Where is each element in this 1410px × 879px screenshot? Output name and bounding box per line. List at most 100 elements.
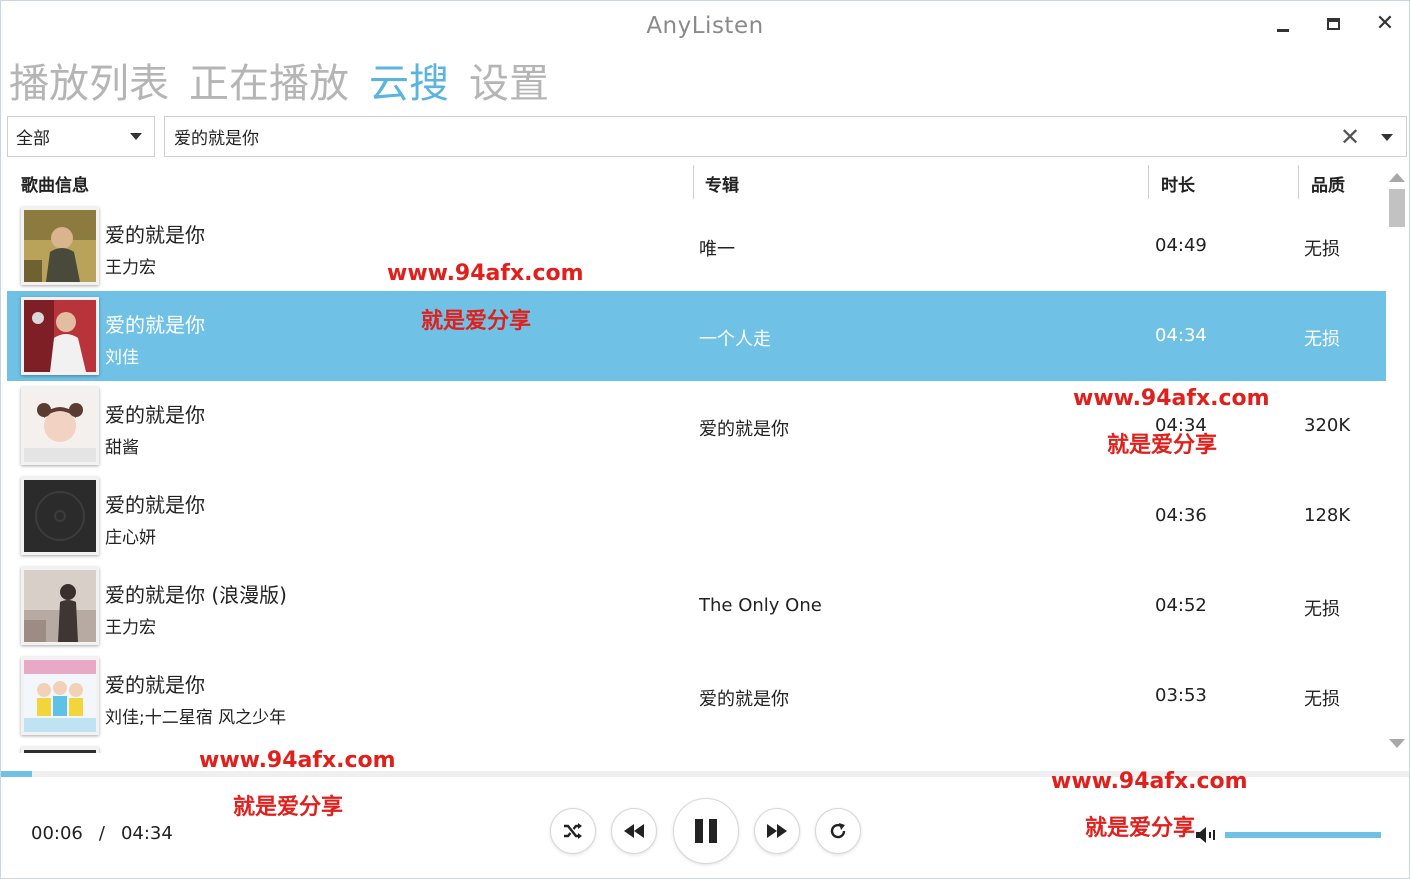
watermark-slogan: 就是爱分享	[1107, 433, 1218, 458]
song-quality: 128K	[1304, 505, 1351, 526]
song-artist: 刘佳;十二星宿 风之少年	[105, 708, 287, 728]
volume-slider-fill	[1225, 832, 1381, 838]
column-header-duration[interactable]: 时长	[1161, 171, 1195, 196]
results-list: 爱的就是你 王力宏 唯一 04:49 无损 爱的就是你 刘佳 一个人走 04:3…	[7, 201, 1386, 753]
time-separator: /	[98, 823, 105, 844]
maximize-icon	[1326, 18, 1340, 30]
total-time: 04:34	[120, 823, 173, 844]
song-duration: 03:53	[1155, 685, 1207, 706]
search-input[interactable]	[174, 126, 1324, 147]
watermark-url: www.94afx.com	[1073, 386, 1270, 411]
song-album: The Only One	[699, 595, 822, 616]
fast-forward-icon	[767, 824, 787, 838]
song-title: 爱的就是你	[105, 403, 205, 427]
rewind-icon	[624, 824, 644, 838]
album-cover	[21, 207, 99, 285]
song-artist: 甜酱	[105, 438, 139, 458]
song-title: 爱的就是你 (浪漫版)	[105, 583, 287, 607]
next-button[interactable]	[754, 808, 800, 854]
watermark-url: www.94afx.com	[387, 261, 584, 286]
scroll-down-arrow-icon[interactable]	[1389, 739, 1405, 748]
source-select[interactable]: 全部	[7, 116, 155, 157]
album-cover	[21, 297, 99, 375]
app-window: AnyListen ✕ 播放列表 正在播放 云搜 设置 全部 ✕ 歌曲信息 专辑…	[0, 0, 1410, 879]
song-quality: 无损	[1304, 599, 1340, 620]
search-history-chevron-icon[interactable]	[1381, 134, 1393, 141]
scroll-up-arrow-icon[interactable]	[1389, 173, 1405, 182]
main-nav: 播放列表 正在播放 云搜 设置	[9, 57, 569, 113]
results-scrollbar[interactable]	[1387, 169, 1407, 753]
column-header-info[interactable]: 歌曲信息	[21, 171, 89, 196]
search-box: ✕	[164, 116, 1407, 157]
tab-cloud-search[interactable]: 云搜	[369, 57, 449, 113]
column-divider[interactable]	[693, 165, 694, 199]
song-duration: 04:52	[1155, 595, 1207, 616]
minimize-button[interactable]	[1261, 7, 1305, 41]
watermark-url: www.94afx.com	[199, 748, 396, 773]
scroll-thumb[interactable]	[1389, 189, 1405, 227]
maximize-button[interactable]	[1311, 7, 1355, 41]
previous-button[interactable]	[611, 808, 657, 854]
column-divider[interactable]	[1298, 165, 1299, 199]
tab-playlist[interactable]: 播放列表	[9, 57, 169, 113]
minimize-icon	[1277, 28, 1289, 32]
chevron-down-icon	[130, 133, 142, 140]
song-duration: 04:36	[1155, 505, 1207, 526]
watermark-slogan: 就是爱分享	[421, 309, 532, 334]
source-select-value: 全部	[16, 129, 50, 149]
album-cover	[21, 657, 99, 735]
clear-search-icon[interactable]: ✕	[1340, 123, 1360, 151]
song-artist: 王力宏	[105, 618, 156, 638]
song-title: 爱的就是你	[105, 313, 205, 337]
watermark-slogan: 就是爱分享	[1085, 816, 1196, 841]
pause-button[interactable]	[673, 798, 739, 864]
table-row[interactable]: 爱的就是你 王力宏 唯一 04:49 无损	[7, 201, 1386, 291]
watermark-slogan: 就是爱分享	[233, 795, 344, 820]
close-button[interactable]: ✕	[1363, 7, 1407, 41]
column-divider[interactable]	[1148, 165, 1149, 199]
table-row[interactable]: 爱的就是你 刘佳 一个人走 04:34 无损	[7, 291, 1386, 381]
tab-settings[interactable]: 设置	[469, 57, 549, 113]
song-quality: 无损	[1304, 329, 1340, 350]
song-title: 爱的就是你	[105, 493, 205, 517]
column-header-album[interactable]: 专辑	[705, 171, 739, 196]
time-display: 00:06 / 04:34	[31, 823, 173, 844]
shuffle-icon	[564, 823, 582, 839]
album-cover	[21, 747, 99, 753]
table-row[interactable]: 爱的就是你 庄心妍 04:36 128K	[7, 471, 1386, 561]
column-header-quality[interactable]: 品质	[1311, 171, 1345, 196]
tab-now-playing[interactable]: 正在播放	[189, 57, 349, 113]
volume-slider[interactable]	[1225, 832, 1381, 838]
song-title: 爱的就是你	[105, 673, 205, 697]
repeat-button[interactable]	[815, 808, 861, 854]
song-title: 爱的就是你	[105, 223, 205, 247]
repeat-icon	[830, 823, 846, 839]
title-bar[interactable]: AnyListen ✕	[1, 1, 1409, 53]
close-icon: ✕	[1375, 11, 1395, 36]
song-artist: 刘佳	[105, 348, 139, 368]
album-cover	[21, 567, 99, 645]
pause-icon	[695, 819, 717, 843]
album-cover-placeholder	[21, 477, 99, 555]
song-artist: 庄心妍	[105, 528, 156, 548]
table-row[interactable]: 爱的就是你 刘佳;十二星宿 风之少年 爱的就是你 03:53 无损	[7, 651, 1386, 741]
song-album: 爱的就是你	[699, 419, 789, 440]
app-title: AnyListen	[646, 13, 764, 39]
playback-progress-fill	[1, 771, 32, 777]
song-artist: 王力宏	[105, 258, 156, 278]
song-quality: 无损	[1304, 689, 1340, 710]
results-table-header: 歌曲信息 专辑 时长 品质	[7, 163, 1387, 203]
watermark-url: www.94afx.com	[1051, 769, 1248, 794]
song-album: 一个人走	[699, 329, 771, 350]
volume-icon[interactable]	[1194, 824, 1220, 846]
elapsed-time: 00:06	[31, 823, 83, 844]
table-row[interactable]: 爱的就是你 (浪漫版) 王力宏 The Only One 04:52 无损	[7, 561, 1386, 651]
song-quality: 无损	[1304, 239, 1340, 260]
song-album: 爱的就是你	[699, 689, 789, 710]
song-duration: 04:49	[1155, 235, 1207, 256]
song-quality: 320K	[1304, 415, 1351, 436]
song-duration: 04:34	[1155, 325, 1207, 346]
album-cover	[21, 387, 99, 465]
shuffle-button[interactable]	[550, 808, 596, 854]
song-album: 唯一	[699, 239, 735, 260]
